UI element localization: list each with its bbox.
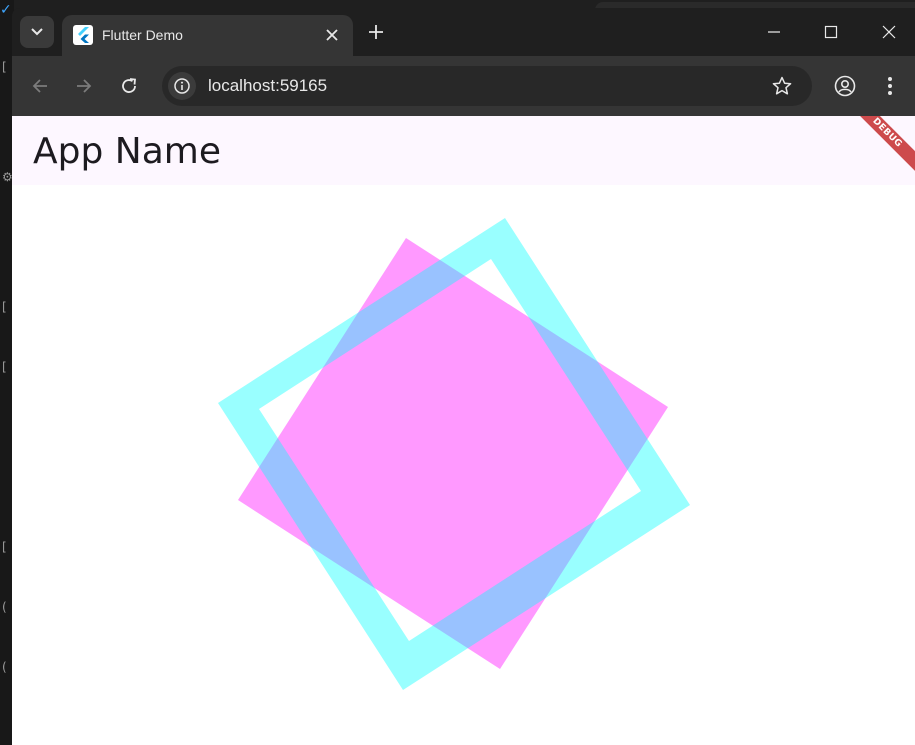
site-info-button[interactable] [168,72,196,100]
app-bar: App Name [12,116,915,185]
tab-title: Flutter Demo [102,27,183,43]
kebab-menu-icon [888,77,892,95]
page-viewport: App Name DEBUG [12,116,915,745]
url-text[interactable]: localhost:59165 [208,76,327,96]
forward-button[interactable] [68,70,100,102]
reload-icon [122,78,136,93]
tab-search-button[interactable] [20,16,54,48]
magenta-square [238,238,668,669]
window-close-button[interactable] [875,18,903,46]
bracket-icon: [ [2,540,7,554]
debug-icon: ⚙ [2,170,13,184]
circle-icon: ( [2,660,7,674]
minimize-icon [768,31,780,33]
minimize-button[interactable] [760,18,788,46]
info-icon [174,78,190,94]
maximize-button[interactable] [817,18,845,46]
check-icon: ✓ [0,2,12,18]
bookmark-button[interactable] [768,72,796,100]
close-icon [326,29,338,41]
tab-flutter-demo[interactable]: Flutter Demo [62,15,353,56]
star-icon [772,76,792,95]
address-bar[interactable]: localhost:59165 [162,66,812,106]
arrow-left-icon [32,79,47,93]
new-tab-button[interactable] [364,20,388,44]
file-icon: [ [2,360,7,374]
app-title: App Name [33,131,221,172]
browser-toolbar: localhost:59165 [12,56,915,116]
tab-close-button[interactable] [320,23,344,47]
file-icon: [ [2,60,7,74]
flutter-logo-icon [73,25,93,45]
reload-button[interactable] [113,70,145,102]
back-button[interactable] [24,70,56,102]
account-circle-icon [834,75,856,97]
maximize-icon [824,25,838,39]
plus-icon [369,25,383,39]
profile-button[interactable] [829,70,861,102]
browser-window: Flutter Demo localhost:59165 App Name DE… [12,8,915,745]
file-icon: [ [2,300,7,314]
chevron-down-icon [31,28,43,36]
circle-icon: ( [2,600,7,614]
arrow-right-icon [77,79,92,93]
shapes-canvas [218,218,690,690]
tab-strip: Flutter Demo [12,8,915,56]
close-icon [882,25,896,39]
browser-menu-button[interactable] [874,70,906,102]
